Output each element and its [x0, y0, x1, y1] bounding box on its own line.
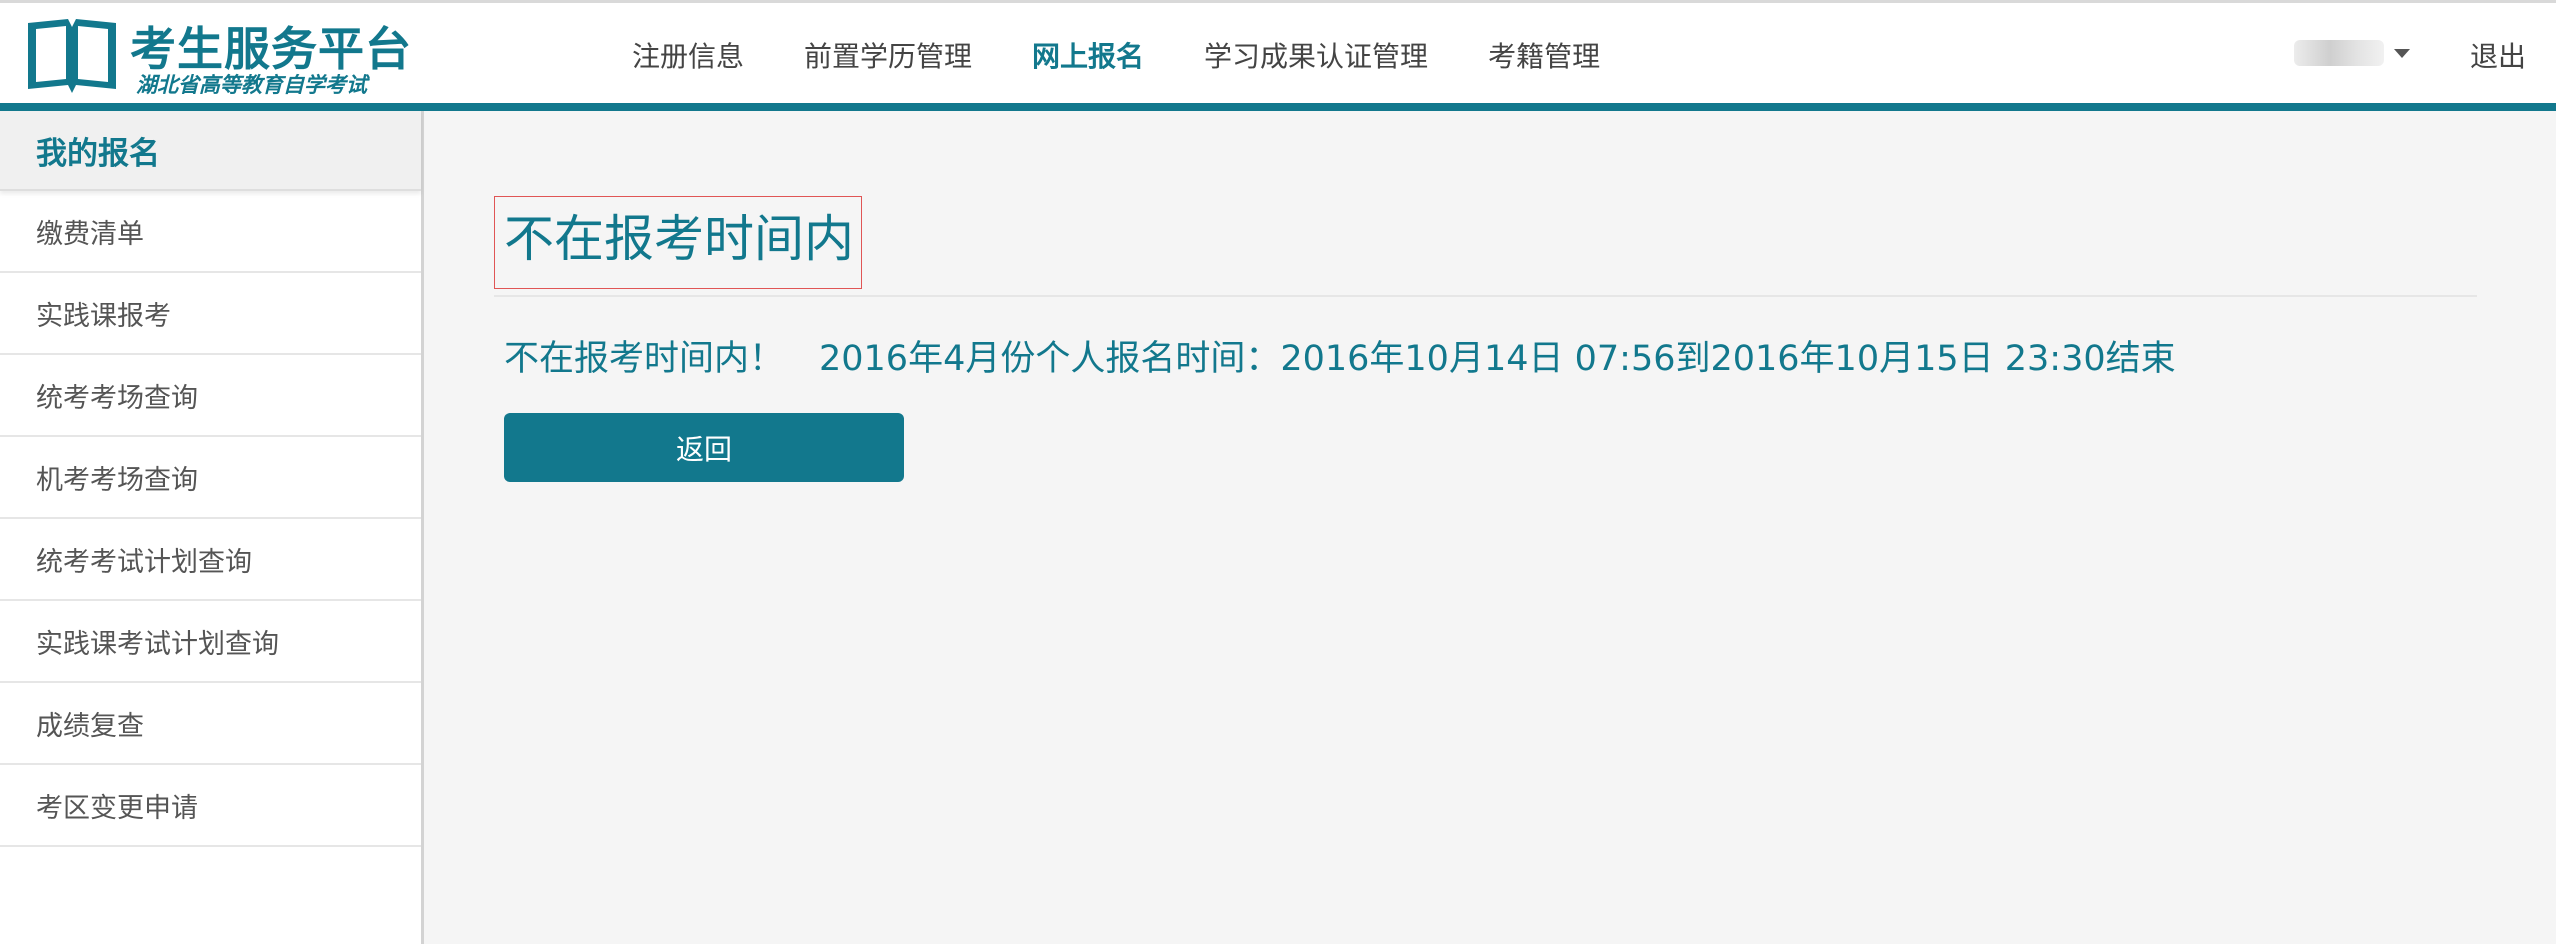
sidebar-item-score-review[interactable]: 成绩复查 — [0, 683, 421, 765]
nav-item-student-records[interactable]: 考籍管理 — [1488, 35, 1600, 75]
sidebar-item-exam-plan-query[interactable]: 统考考试计划查询 — [0, 519, 421, 601]
divider — [494, 295, 2477, 297]
open-book-icon — [28, 19, 116, 93]
top-header: 考生服务平台 湖北省高等教育自学考试 注册信息 前置学历管理 网上报名 学习成果… — [0, 0, 2556, 103]
sidebar: 我的报名 缴费清单 实践课报考 统考考场查询 机考考场查询 统考考试计划查询 实… — [0, 111, 424, 944]
sidebar-item-practice-exam-plan-query[interactable]: 实践课考试计划查询 — [0, 601, 421, 683]
page-title: 不在报考时间内 — [504, 210, 854, 268]
nav-item-online-registration[interactable]: 网上报名 — [1032, 35, 1144, 75]
site-logo[interactable]: 考生服务平台 湖北省高等教育自学考试 — [24, 13, 411, 98]
sidebar-item-exam-area-change[interactable]: 考区变更申请 — [0, 765, 421, 847]
header-accent-bar — [0, 103, 2556, 111]
main-content: 不在报考时间内 不在报考时间内！ 2016年4月份个人报名时间：2016年10月… — [424, 111, 2556, 944]
nav-item-learning-credit[interactable]: 学习成果认证管理 — [1204, 35, 1428, 75]
user-menu[interactable] — [2294, 33, 2410, 73]
sidebar-heading[interactable]: 我的报名 — [0, 111, 421, 191]
main-nav: 注册信息 前置学历管理 网上报名 学习成果认证管理 考籍管理 — [632, 3, 1660, 106]
nav-item-registration-info[interactable]: 注册信息 — [632, 35, 744, 75]
status-message: 不在报考时间内！ 2016年4月份个人报名时间：2016年10月14日 07:5… — [504, 339, 2176, 379]
caret-down-icon — [2394, 48, 2410, 58]
logo-subtitle: 湖北省高等教育自学考试 — [136, 73, 367, 97]
sidebar-item-computer-exam-room-query[interactable]: 机考考场查询 — [0, 437, 421, 519]
sidebar-item-exam-room-query[interactable]: 统考考场查询 — [0, 355, 421, 437]
logout-link[interactable]: 退出 — [2470, 35, 2526, 75]
sidebar-item-practice-registration[interactable]: 实践课报考 — [0, 273, 421, 355]
avatar — [2294, 40, 2384, 66]
nav-item-prior-education[interactable]: 前置学历管理 — [804, 35, 972, 75]
back-button[interactable]: 返回 — [504, 413, 904, 482]
sidebar-item-payment-list[interactable]: 缴费清单 — [0, 191, 421, 273]
